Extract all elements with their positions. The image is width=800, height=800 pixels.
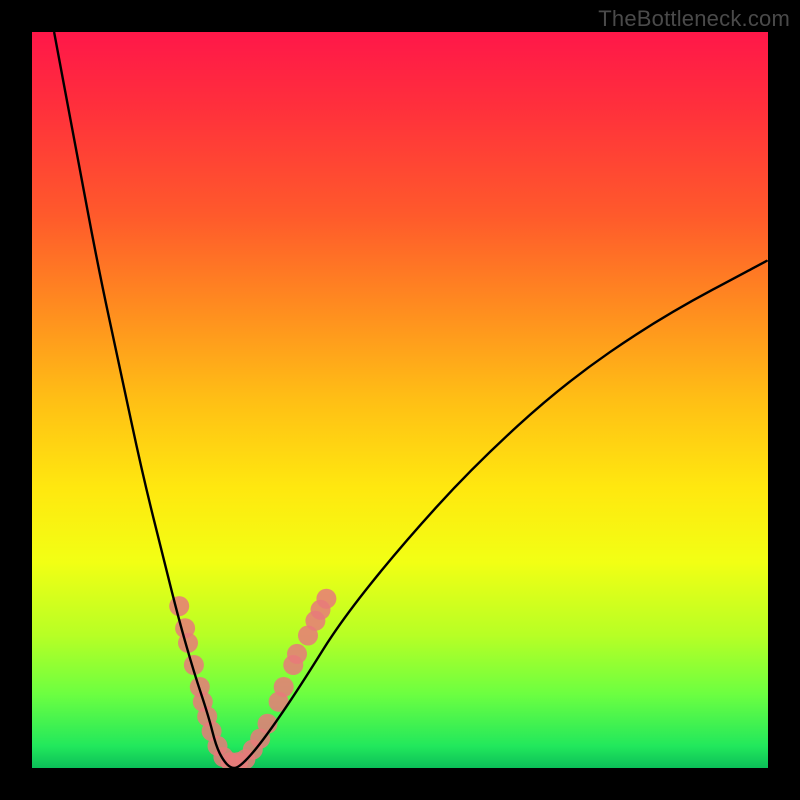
watermark-text: TheBottleneck.com [598,6,790,32]
highlight-dots-group [169,589,336,768]
curve-layer [32,32,768,768]
plot-area [32,32,768,768]
highlight-dot [274,677,294,697]
chart-frame: TheBottleneck.com [0,0,800,800]
highlight-dot [169,596,189,616]
highlight-dot [316,589,336,609]
highlight-dot [287,644,307,664]
bottleneck-curve [54,32,768,768]
